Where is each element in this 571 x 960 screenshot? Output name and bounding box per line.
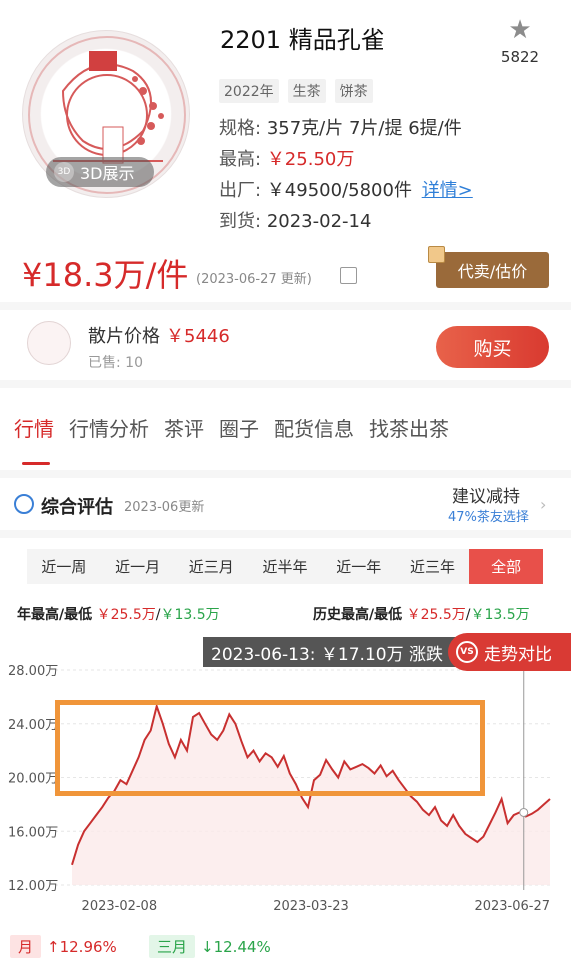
range-all[interactable]: 全部 xyxy=(469,549,544,584)
3d-view-button[interactable]: 3D 3D展示 xyxy=(46,157,154,187)
current-price: ¥18.3万/件 xyxy=(22,256,189,294)
factory-value: ￥49500/5800件 xyxy=(266,180,412,201)
x-tick-label: 2023-06-27 xyxy=(474,899,550,914)
arrival-row: 到货: 2023-02-14 xyxy=(219,207,371,233)
loose-sold-count: 已售: 10 xyxy=(88,355,143,371)
quarter-change: 三月 ↓12.44% xyxy=(149,935,271,958)
quarter-change-label: 三月 xyxy=(149,935,196,958)
section-divider xyxy=(0,470,571,478)
tab-allocation-info[interactable]: 配货信息 xyxy=(274,413,354,442)
edit-icon[interactable] xyxy=(340,267,357,284)
product-title: 2201 精品孔雀 xyxy=(220,26,385,54)
high-label: 最高: xyxy=(219,149,262,170)
high-value: ￥25.50万 xyxy=(266,149,355,170)
section-divider xyxy=(0,302,571,310)
arrival-label: 到货: xyxy=(219,211,262,232)
tab-find-tea[interactable]: 找茶出茶 xyxy=(369,413,449,442)
y-tick-label: 28.00万 xyxy=(8,664,58,679)
price-update-date: (2023-06-27 更新) xyxy=(196,272,312,287)
vs-icon: VS xyxy=(456,641,478,663)
highlight-annotation-box xyxy=(55,700,485,796)
crosshair-point xyxy=(519,807,529,817)
range-week[interactable]: 近一周 xyxy=(27,549,101,584)
history-high: ￥25.5万 xyxy=(406,607,466,623)
year-low: ￥13.5万 xyxy=(160,607,220,623)
range-month[interactable]: 近一月 xyxy=(101,549,175,584)
factory-detail-link[interactable]: 详情> xyxy=(422,180,473,201)
favorite-button[interactable]: ★ 5822 xyxy=(500,16,540,66)
tab-market[interactable]: 行情 xyxy=(14,413,54,442)
month-change: 月 ↑12.96% xyxy=(10,935,117,958)
tab-circle[interactable]: 圈子 xyxy=(219,413,259,442)
evaluation-date: 2023-06更新 xyxy=(124,500,205,515)
factory-row: 出厂: ￥49500/5800件 详情> xyxy=(219,176,473,202)
product-tags: 2022年 生茶 饼茶 xyxy=(219,79,373,103)
3d-view-label: 3D展示 xyxy=(80,164,135,183)
tag-year: 2022年 xyxy=(219,79,279,103)
3d-icon: 3D xyxy=(54,162,74,182)
year-label: 年最高/最低 xyxy=(17,607,93,623)
high-row: 最高: ￥25.50万 xyxy=(219,145,354,171)
tab-market-analysis[interactable]: 行情分析 xyxy=(69,413,149,442)
evaluation-advice[interactable]: 建议减持 xyxy=(452,482,520,507)
evaluation-title: 综合评估 xyxy=(41,497,113,518)
loose-price-row: 散片价格 ￥5446 xyxy=(88,322,230,348)
tab-tea-review[interactable]: 茶评 xyxy=(164,413,204,442)
favorite-count: 5822 xyxy=(500,48,540,66)
history-label: 历史最高/最低 xyxy=(313,607,403,623)
range-year[interactable]: 近一年 xyxy=(322,549,396,584)
chevron-right-icon[interactable]: › xyxy=(540,495,546,514)
month-change-value: ↑12.96% xyxy=(47,937,117,956)
year-high-low: 年最高/最低 ￥25.5万/￥13.5万 xyxy=(17,607,220,623)
evaluation-advice-sub[interactable]: 47%茶友选择 xyxy=(448,506,529,525)
tab-bar: 行情 行情分析 茶评 圈子 配货信息 找茶出茶 xyxy=(14,413,449,442)
y-tick-label: 24.00万 xyxy=(8,718,58,733)
trend-compare-label: 走势对比 xyxy=(484,644,552,665)
loose-price-value: ￥5446 xyxy=(166,326,230,347)
range-half-year[interactable]: 近半年 xyxy=(248,549,322,584)
tag-type: 生茶 xyxy=(287,79,326,103)
arrival-value: 2023-02-14 xyxy=(266,211,372,232)
month-change-label: 月 xyxy=(10,935,42,958)
loose-piece-image xyxy=(27,321,71,365)
tag-form: 饼茶 xyxy=(334,79,373,103)
chart-tooltip: 2023-06-13: ￥17.10万 涨跌 xyxy=(203,637,463,667)
x-tick-label: 2023-03-23 xyxy=(273,899,349,914)
y-tick-label: 20.00万 xyxy=(8,772,58,787)
range-three-months[interactable]: 近三月 xyxy=(174,549,248,584)
range-three-years[interactable]: 近三年 xyxy=(396,549,470,584)
y-tick-label: 12.00万 xyxy=(8,879,58,894)
history-high-low: 历史最高/最低 ￥25.5万/￥13.5万 xyxy=(313,607,530,623)
active-tab-indicator xyxy=(22,462,50,465)
section-divider xyxy=(0,530,571,538)
spec-label: 规格: xyxy=(219,118,262,139)
agent-sell-button[interactable]: 代卖/估价 xyxy=(436,252,549,288)
year-high: ￥25.5万 xyxy=(96,607,156,623)
trend-icon xyxy=(14,494,34,514)
spec-row: 规格: 357克/片 7片/提 6提/件 xyxy=(219,114,462,140)
y-tick-label: 16.00万 xyxy=(8,825,58,840)
history-low: ￥13.5万 xyxy=(470,607,530,623)
section-divider xyxy=(0,380,571,388)
star-icon: ★ xyxy=(508,15,532,45)
gift-icon xyxy=(428,246,445,263)
factory-label: 出厂: xyxy=(219,180,262,201)
quarter-change-value: ↓12.44% xyxy=(201,937,271,956)
trend-compare-button[interactable]: VS 走势对比 xyxy=(448,633,571,671)
x-tick-label: 2023-02-08 xyxy=(82,899,158,914)
loose-price-label: 散片价格 xyxy=(88,326,160,347)
spec-value: 357克/片 7片/提 6提/件 xyxy=(266,118,462,139)
range-selector: 近一周 近一月 近三月 近半年 近一年 近三年 全部 xyxy=(27,549,544,584)
buy-button[interactable]: 购买 xyxy=(436,326,549,368)
